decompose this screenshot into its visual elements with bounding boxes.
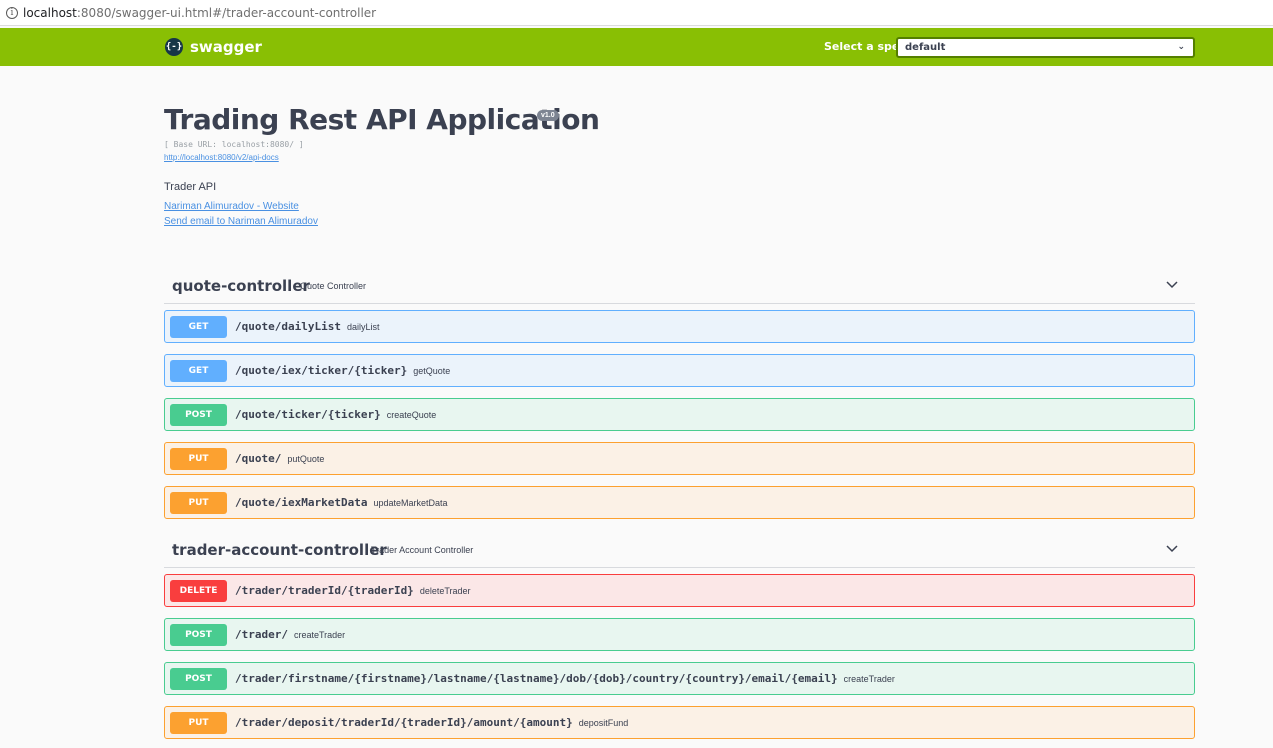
- operation-path: /quote/dailyList dailyList: [235, 320, 380, 333]
- operation-path: /quote/ticker/{ticker} createQuote: [235, 408, 437, 421]
- method-badge: DELETE: [170, 580, 227, 602]
- url-host: localhost: [23, 5, 77, 20]
- method-badge: POST: [170, 624, 227, 646]
- operation-post-create-trader-params[interactable]: POST /trader/firstname/{firstname}/lastn…: [164, 662, 1195, 695]
- operation-path: /quote/putQuote: [235, 452, 325, 465]
- website-link[interactable]: Nariman Alimuradov - Website: [164, 201, 299, 212]
- controller-header-trader-account[interactable]: trader-account-controller Trader Account…: [164, 536, 1195, 568]
- url-path: :8080/swagger-ui.html#/trader-account-co…: [76, 5, 377, 20]
- chevron-down-icon[interactable]: [1165, 278, 1179, 292]
- info-icon[interactable]: i: [6, 6, 18, 19]
- controller-name: quote-controller: [172, 277, 310, 295]
- spec-select-value: default: [905, 42, 946, 53]
- swagger-logo-text: swagger: [190, 38, 262, 56]
- operation-summary: createQuote: [386, 410, 437, 420]
- operation-path: /trader/deposit/traderId/{traderId}/amou…: [235, 716, 629, 729]
- operation-summary: createTrader: [293, 630, 346, 640]
- operation-summary: depositFund: [578, 718, 629, 728]
- operation-summary: putQuote: [287, 454, 325, 464]
- swagger-logo-icon: {-}: [165, 38, 183, 56]
- operation-summary: createTrader: [843, 674, 895, 684]
- controller-description: Quote Controller: [300, 281, 367, 291]
- operation-get-dailylist[interactable]: GET /quote/dailyList dailyList: [164, 310, 1195, 343]
- operation-summary: dailyList: [346, 322, 380, 332]
- operation-path: /trader/traderId/{traderId} deleteTrader: [235, 584, 471, 597]
- method-badge: PUT: [170, 712, 227, 734]
- swagger-logo[interactable]: {-} swagger: [165, 37, 262, 57]
- chevron-down-icon: ⌄: [1177, 42, 1185, 52]
- method-badge: POST: [170, 404, 227, 426]
- operation-path: /trader/createTrader: [235, 628, 346, 641]
- chevron-down-icon[interactable]: [1165, 542, 1179, 556]
- operation-path: /trader/firstname/{firstname}/lastname/{…: [235, 672, 895, 685]
- operation-post-create-trader[interactable]: POST /trader/createTrader: [164, 618, 1195, 651]
- operation-get-quote[interactable]: GET /quote/iex/ticker/{ticker} getQuote: [164, 354, 1195, 387]
- operation-put-deposit-fund[interactable]: PUT /trader/deposit/traderId/{traderId}/…: [164, 706, 1195, 739]
- operation-post-create-quote[interactable]: POST /quote/ticker/{ticker} createQuote: [164, 398, 1195, 431]
- operation-path: /quote/iexMarketData updateMarketData: [235, 496, 448, 509]
- operation-path: /quote/iex/ticker/{ticker} getQuote: [235, 364, 451, 377]
- method-badge: GET: [170, 360, 227, 382]
- operation-summary: updateMarketData: [373, 498, 448, 508]
- select-spec-label: Select a spec: [824, 40, 906, 53]
- method-badge: PUT: [170, 448, 227, 470]
- controller-header-quote[interactable]: quote-controller Quote Controller: [164, 272, 1195, 304]
- controller-name: trader-account-controller: [172, 541, 387, 559]
- method-badge: PUT: [170, 492, 227, 514]
- browser-address-bar[interactable]: i localhost:8080/swagger-ui.html#/trader…: [0, 0, 1273, 26]
- email-link[interactable]: Send email to Nariman Alimuradov: [164, 216, 318, 227]
- api-description: Trader API: [164, 181, 217, 193]
- operation-summary: deleteTrader: [419, 586, 471, 596]
- method-badge: GET: [170, 316, 227, 338]
- operation-delete-trader[interactable]: DELETE /trader/traderId/{traderId} delete…: [164, 574, 1195, 607]
- operation-put-update-market-data[interactable]: PUT /quote/iexMarketData updateMarketData: [164, 486, 1195, 519]
- api-docs-link[interactable]: http://localhost:8080/v2/api-docs: [164, 153, 279, 162]
- controller-description: Trader Account Controller: [371, 545, 474, 555]
- api-title: Trading Rest API Application: [164, 103, 600, 136]
- method-badge: POST: [170, 668, 227, 690]
- operation-summary: getQuote: [413, 366, 451, 376]
- spec-select[interactable]: default ⌄: [896, 37, 1195, 58]
- operation-put-quote[interactable]: PUT /quote/putQuote: [164, 442, 1195, 475]
- base-url: [ Base URL: localhost:8080/ ]: [164, 140, 304, 149]
- version-badge: v1.0: [537, 110, 559, 121]
